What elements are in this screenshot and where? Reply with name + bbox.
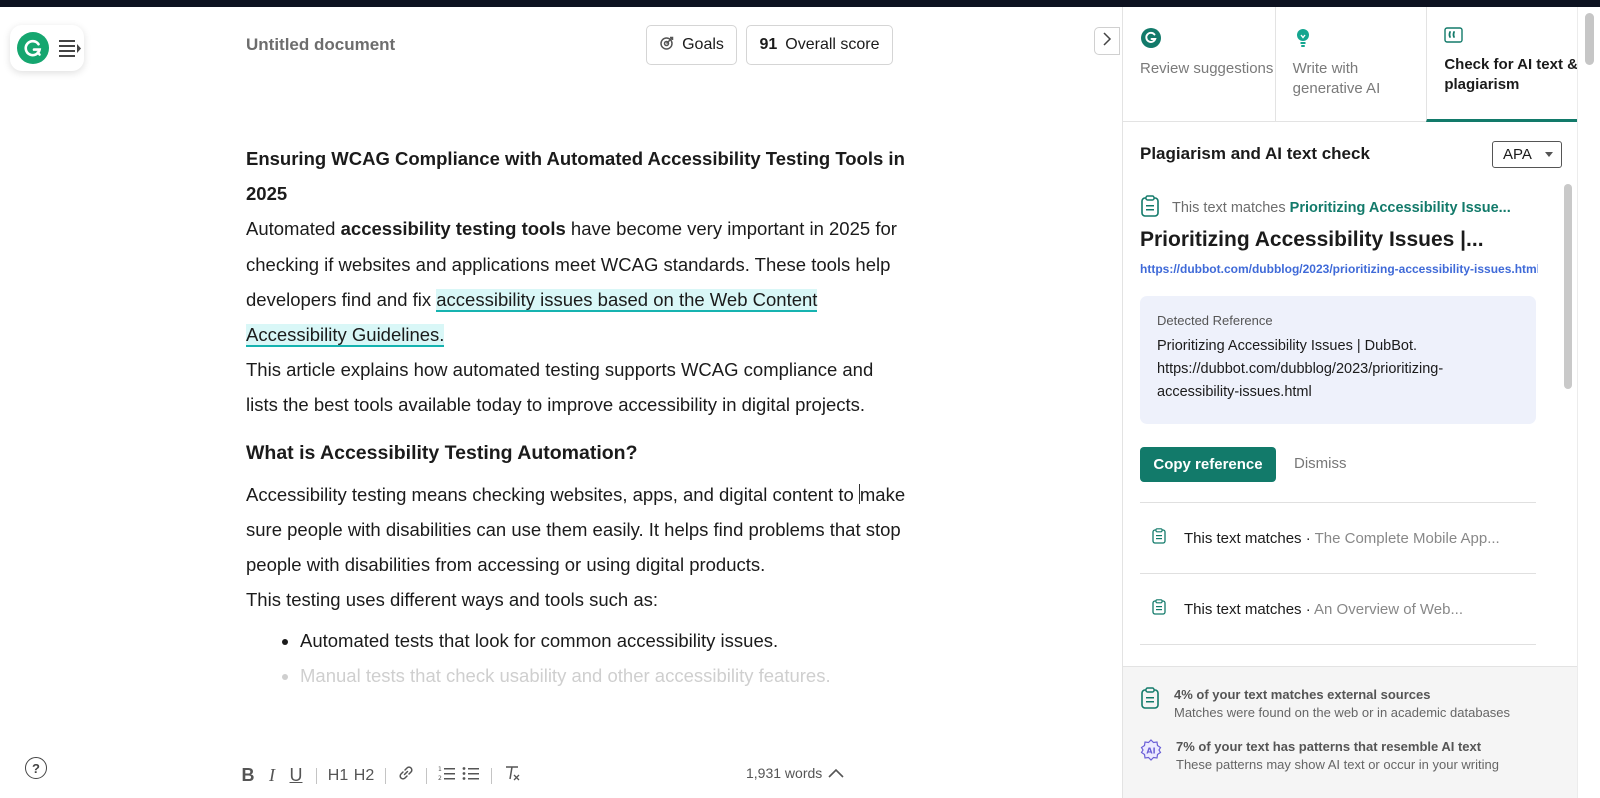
help-button[interactable]: ? [25,757,47,779]
svg-text:1: 1 [438,766,442,773]
clipboard-icon [1152,528,1166,548]
app-logo-menu[interactable] [10,25,84,71]
detected-reference-box: Detected Reference Prioritizing Accessib… [1140,296,1536,424]
doc-bullet-list: Automated tests that look for common acc… [300,623,906,693]
svg-text:AI: AI [1146,747,1155,756]
list-item[interactable]: This text matches · The Complete Mobile … [1140,503,1536,573]
svg-text:2: 2 [438,775,442,782]
italic-button[interactable]: I [260,765,284,786]
formatting-toolbar: B I U H1 H2 12 1,931 words [0,748,1122,798]
match-source-name: Prioritizing Accessibility Issue... [1289,200,1511,216]
doc-paragraph-2: This article explains how automated test… [246,359,874,416]
assistant-panel: Review suggestions Write with generative… [1122,7,1579,798]
doc-paragraph-1: Automated accessibility testing tools ha… [246,218,897,348]
tab-review-suggestions[interactable]: Review suggestions [1123,7,1275,122]
reference-label: Detected Reference [1157,313,1273,328]
citation-style-select[interactable]: APA [1492,141,1562,168]
scrollbar-thumb[interactable] [1564,184,1572,389]
lightbulb-icon [1293,29,1313,53]
window-scrollbar[interactable] [1577,7,1600,798]
list-item[interactable]: This text matches · An Overview of Web..… [1140,574,1536,644]
tab-label: Check for AI text & plagiarism [1444,56,1578,93]
tab-ai-plagiarism[interactable]: Check for AI text & plagiarism [1426,7,1579,122]
chevron-right-icon [1102,31,1112,51]
panel-tabs: Review suggestions Write with generative… [1123,7,1579,122]
collapse-panel-button[interactable] [1094,27,1120,55]
hamburger-menu-icon[interactable] [59,38,83,58]
copy-reference-button[interactable]: Copy reference [1140,447,1276,482]
heading-1-button[interactable]: H1 [325,767,351,785]
match-source-title: Prioritizing Accessibility Issues |... [1140,228,1484,251]
clipboard-icon [1140,195,1160,221]
toolbar-divider [385,767,386,784]
list-item: Automated tests that look for common acc… [300,623,906,658]
clear-formatting-icon[interactable] [500,764,524,787]
doc-paragraph-3: Accessibility testing means checking web… [246,483,906,576]
clipboard-icon [1140,687,1160,720]
quote-icon [1444,27,1464,49]
numbered-list-icon[interactable]: 12 [435,764,459,787]
active-match-header[interactable]: This text matches Prioritizing Accessibi… [1140,195,1511,221]
bold-button[interactable]: B [236,765,260,786]
stat-detail: Matches were found on the web or in acad… [1174,705,1511,720]
toolbar-divider [426,767,427,784]
panel-title: Plagiarism and AI text check [1140,144,1370,163]
caret-down-icon [1545,152,1553,157]
stat-detail: These patterns may show AI text or occur… [1176,757,1499,772]
bold-phrase: accessibility testing tools [340,218,566,240]
doc-heading-2: What is Accessibility Testing Automation… [246,441,638,464]
panel-scrollbar[interactable] [1563,176,1573,666]
match-source-name: The Complete Mobile App... [1314,529,1500,547]
list-item: Manual tests that check usability and ot… [300,658,906,693]
heading-2-button[interactable]: H2 [351,767,377,785]
underline-button[interactable]: U [284,765,308,786]
target-icon [659,35,675,56]
ai-text-stat[interactable]: AI 7% of your text has patterns that res… [1140,739,1499,772]
clipboard-icon [1152,599,1166,619]
citation-style-value: APA [1503,146,1532,163]
match-source-url[interactable]: https://dubbot.com/dubblog/2023/prioriti… [1140,262,1538,276]
toolbar-divider [316,767,317,784]
document-title[interactable]: Untitled document [246,35,395,55]
goals-button[interactable]: Goals [646,25,737,65]
chevron-up-icon [828,765,844,781]
summary-footer: 4% of your text matches external sources… [1123,666,1578,798]
score-value: 91 [759,36,778,53]
tab-generative-ai[interactable]: Write with generative AI [1274,7,1427,122]
plagiarism-stat[interactable]: 4% of your text matches external sources… [1140,687,1510,720]
overall-score-button[interactable]: 91 Overall score [746,25,893,65]
stat-headline: 4% of your text matches external sources [1174,687,1431,702]
score-label: Overall score [785,36,880,53]
matches-list: This text matches Prioritizing Accessibi… [1123,176,1553,666]
link-icon[interactable] [394,764,418,787]
doc-paragraph-4: This testing uses different ways and too… [246,589,659,611]
document-body[interactable]: Ensuring WCAG Compliance with Automated … [246,141,906,693]
window-top-strip [0,0,1600,7]
grammarly-logo-icon[interactable] [17,32,49,64]
stat-headline: 7% of your text has patterns that resemb… [1176,739,1482,754]
editor-area: Untitled document Goals 91 Overall score… [0,7,1122,798]
divider [1140,644,1536,645]
tab-label: Review suggestions [1140,60,1274,77]
reference-text: Prioritizing Accessibility Issues | DubB… [1157,338,1444,400]
word-count: 1,931 words [746,765,823,781]
dismiss-button[interactable]: Dismiss [1294,455,1347,472]
toolbar-divider [491,767,492,784]
word-count-button[interactable]: 1,931 words [746,765,844,781]
bullet-list-icon[interactable] [459,764,483,787]
grammarly-g-icon [1140,28,1162,53]
match-source-name: An Overview of Web... [1314,600,1463,618]
doc-heading-1: Ensuring WCAG Compliance with Automated … [246,148,905,205]
ai-badge-icon: AI [1140,739,1162,772]
tab-label: Write with generative AI [1292,60,1381,97]
goals-label: Goals [682,36,724,53]
scrollbar-thumb[interactable] [1585,13,1594,65]
